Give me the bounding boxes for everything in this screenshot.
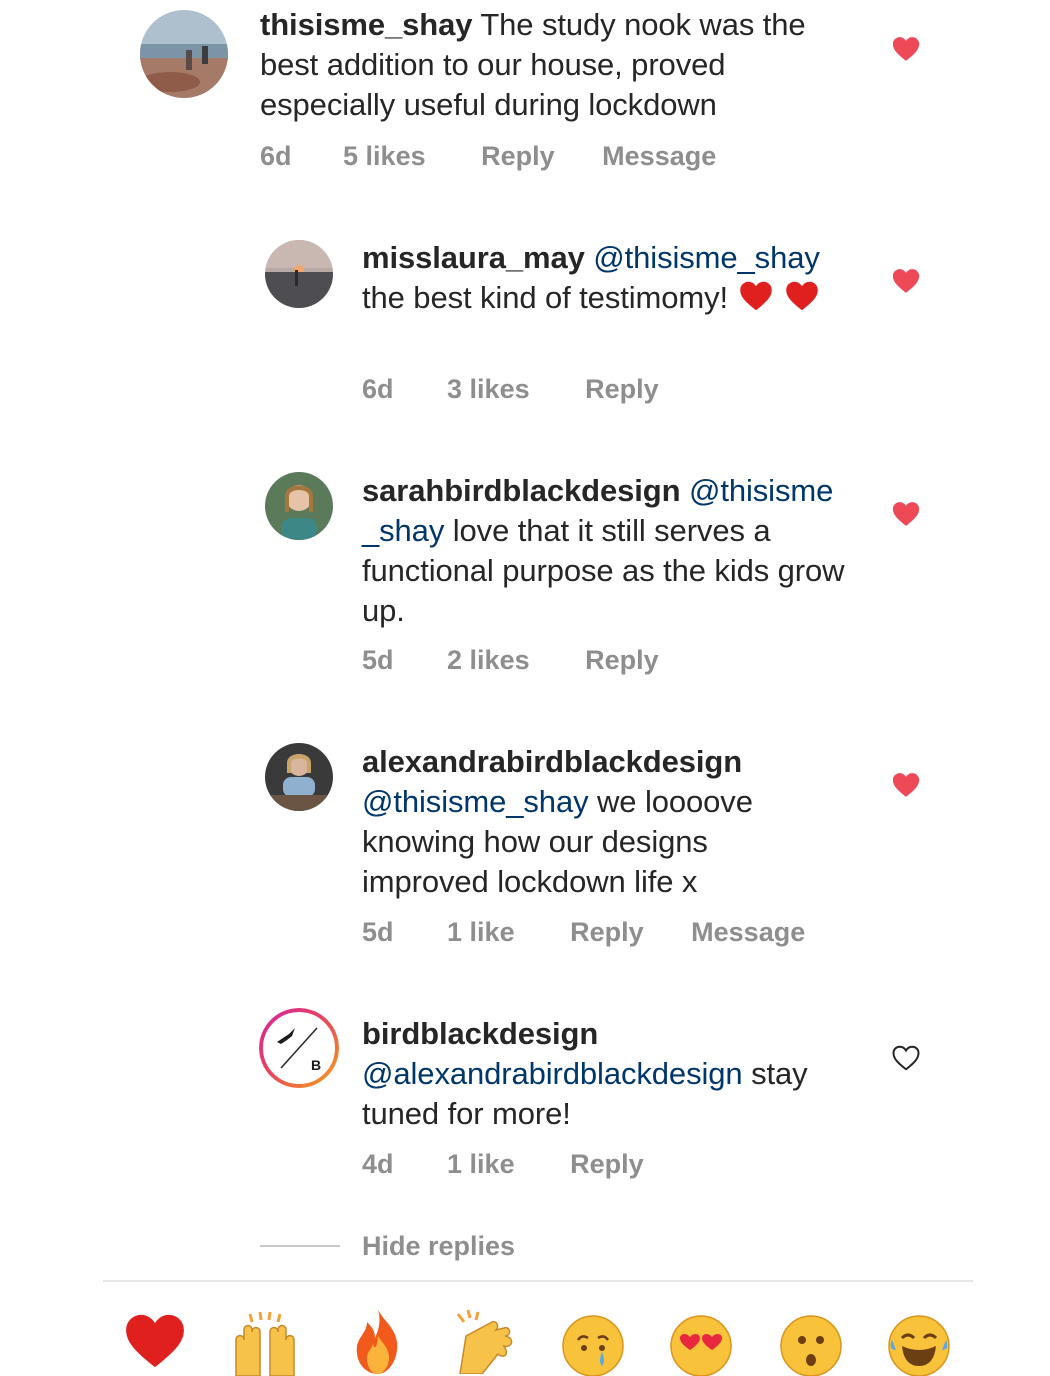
username[interactable]: birdblackdesign	[362, 1016, 598, 1051]
comment-meta: 6d 5 likes Reply Message	[260, 141, 716, 172]
heart-emoji-icon[interactable]	[122, 1308, 188, 1374]
reply-button[interactable]: Reply	[585, 645, 659, 676]
sunset-photo-icon	[265, 240, 333, 308]
mention-link[interactable]: @thisisme_shay	[362, 784, 589, 819]
likes-count[interactable]: 1 like	[447, 917, 515, 948]
timestamp: 5d	[362, 917, 394, 947]
likes-count[interactable]: 3 likes	[447, 374, 530, 405]
comment-body: alexandrabirdblackdesign @thisisme_shay …	[362, 742, 822, 902]
clapping-hands-emoji-icon[interactable]	[452, 1308, 518, 1374]
divider	[103, 1280, 973, 1282]
comment-text: the best kind of testimomy!	[362, 280, 729, 315]
reply-button[interactable]: Reply	[570, 917, 644, 948]
timestamp: 6d	[260, 141, 292, 171]
username[interactable]: alexandrabirdblackdesign	[362, 744, 742, 779]
hide-replies-line	[260, 1245, 340, 1247]
fire-emoji-icon[interactable]	[345, 1308, 411, 1374]
heart-eyes-face-emoji-icon[interactable]	[668, 1310, 734, 1376]
username[interactable]: thisisme_shay	[260, 7, 472, 42]
avatar[interactable]	[265, 743, 333, 811]
tears-of-joy-face-emoji-icon[interactable]	[886, 1310, 952, 1376]
timestamp: 5d	[362, 645, 394, 675]
comment-body: thisisme_shay The study nook was the bes…	[260, 5, 860, 125]
comment-meta: 5d 2 likes Reply	[362, 645, 659, 676]
reply-button[interactable]: Reply	[585, 374, 659, 405]
comment-body: misslaura_may @thisisme_shay the best ki…	[362, 238, 852, 318]
reply-button[interactable]: Reply	[570, 1149, 644, 1180]
avatar[interactable]	[140, 10, 228, 98]
emoji-quick-bar	[0, 1300, 1050, 1376]
like-heart-outline-icon[interactable]	[891, 1043, 921, 1073]
mention-link[interactable]: @thisisme_shay	[593, 240, 820, 275]
like-heart-icon[interactable]	[891, 34, 921, 64]
username[interactable]: sarahbirdblackdesign	[362, 473, 681, 508]
comment-meta: 5d 1 like Reply Message	[362, 917, 805, 948]
like-heart-icon[interactable]	[891, 499, 921, 529]
like-heart-icon[interactable]	[891, 266, 921, 296]
portrait-photo-icon	[265, 743, 333, 811]
raising-hands-emoji-icon[interactable]	[232, 1310, 298, 1376]
portrait-photo-icon	[265, 472, 333, 540]
heart-emoji-icon	[739, 281, 772, 311]
hide-replies-button[interactable]: Hide replies	[362, 1231, 515, 1262]
comment-meta: 6d 3 likes Reply	[362, 374, 659, 405]
avatar[interactable]: B	[259, 1008, 339, 1088]
mention-link[interactable]: @alexandrabirdblackdesign	[362, 1056, 743, 1091]
mention-link[interactable]: _shay	[362, 513, 444, 548]
heart-emoji-icon	[786, 281, 818, 311]
like-heart-icon[interactable]	[891, 770, 921, 800]
reply-button[interactable]: Reply	[481, 141, 555, 172]
timestamp: 6d	[362, 374, 394, 404]
mention-link[interactable]: @thisisme	[689, 473, 833, 508]
surprised-face-emoji-icon[interactable]	[778, 1310, 844, 1376]
avatar[interactable]	[265, 472, 333, 540]
username[interactable]: misslaura_may	[362, 240, 585, 275]
comment-body: birdblackdesign @alexandrabirdblackdesig…	[362, 1014, 862, 1134]
timestamp: 4d	[362, 1149, 394, 1179]
message-button[interactable]: Message	[691, 917, 805, 948]
comment-meta: 4d 1 like Reply	[362, 1149, 644, 1180]
brand-logo-icon: B	[259, 1008, 339, 1088]
crying-face-emoji-icon[interactable]	[560, 1310, 626, 1376]
logo-letter: B	[311, 1057, 321, 1073]
likes-count[interactable]: 1 like	[447, 1149, 515, 1180]
message-button[interactable]: Message	[602, 141, 716, 172]
avatar[interactable]	[265, 240, 333, 308]
beach-photo-icon	[140, 10, 228, 98]
likes-count[interactable]: 5 likes	[343, 141, 426, 172]
likes-count[interactable]: 2 likes	[447, 645, 530, 676]
comment-body: sarahbirdblackdesign @thisisme _shay lov…	[362, 471, 862, 631]
